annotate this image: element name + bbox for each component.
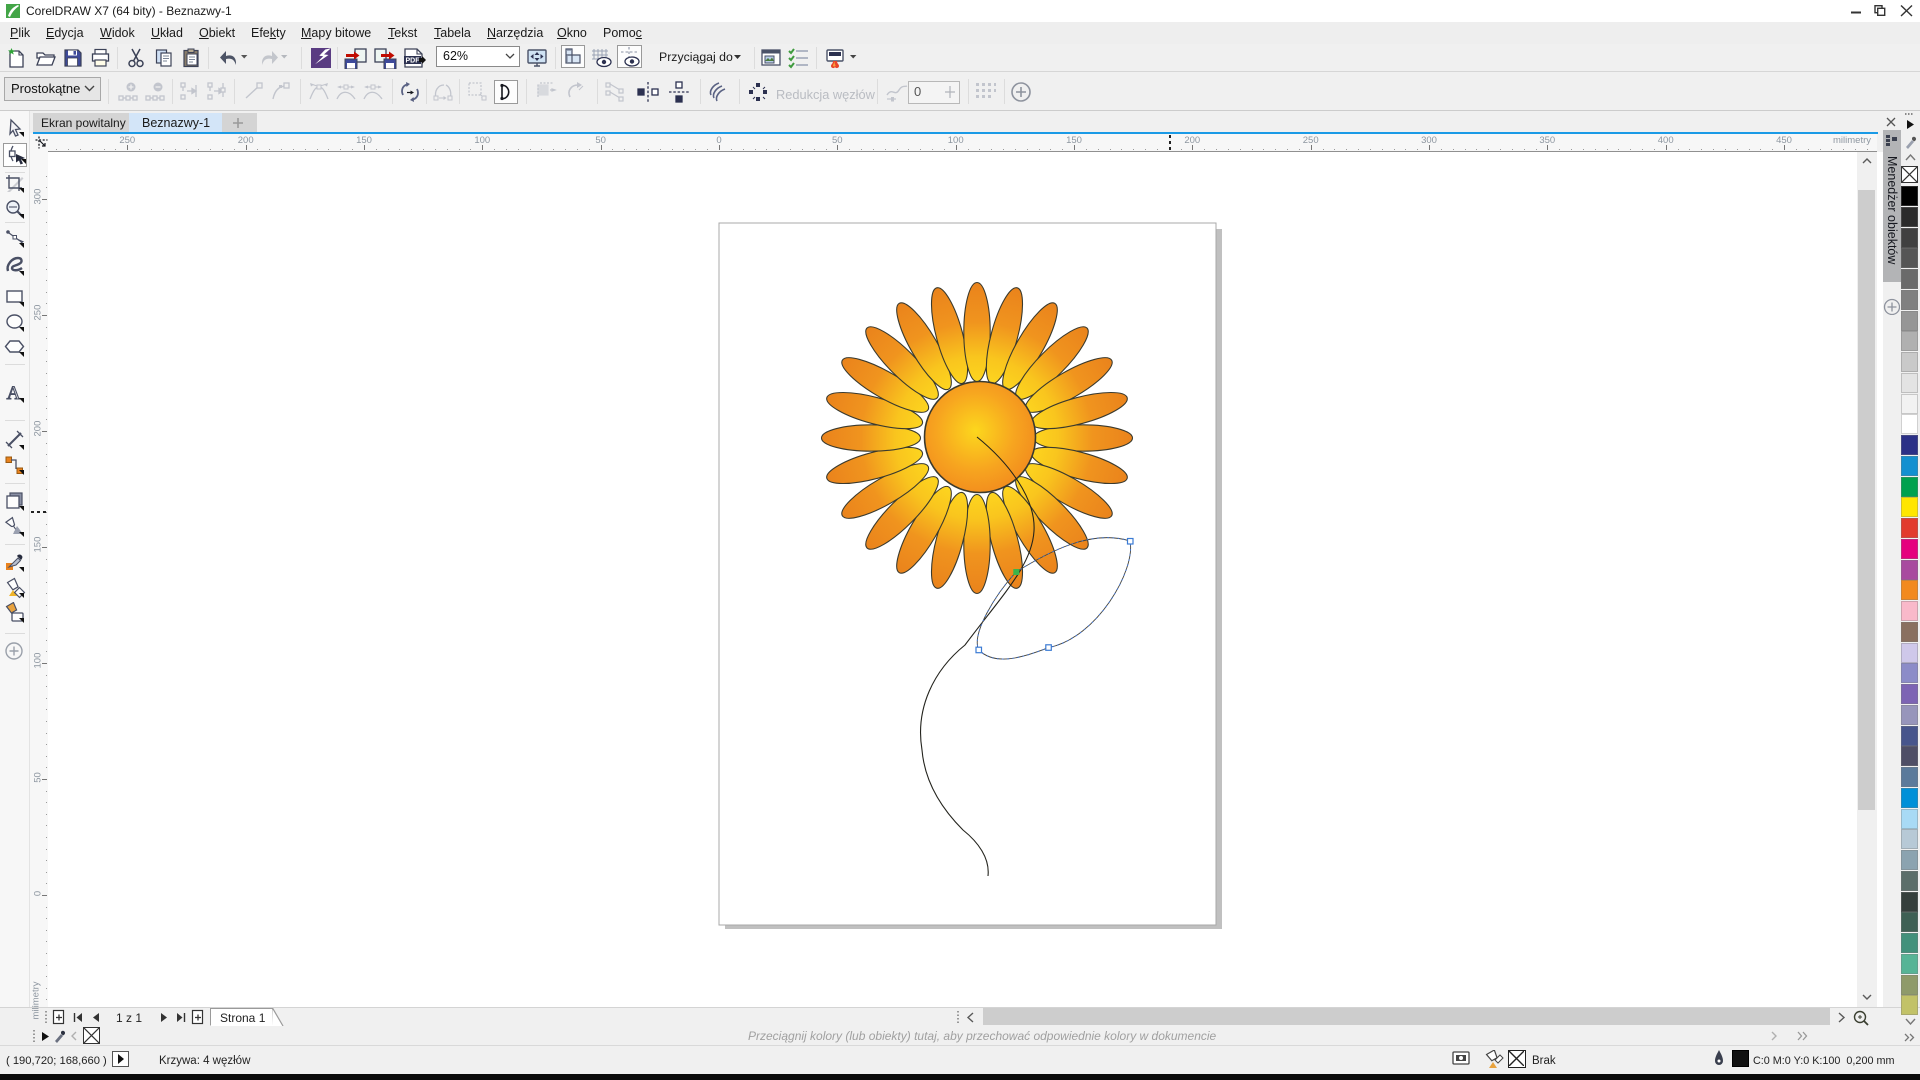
svg-text:PDF: PDF [406,58,421,65]
svg-text:A: A [7,383,21,404]
